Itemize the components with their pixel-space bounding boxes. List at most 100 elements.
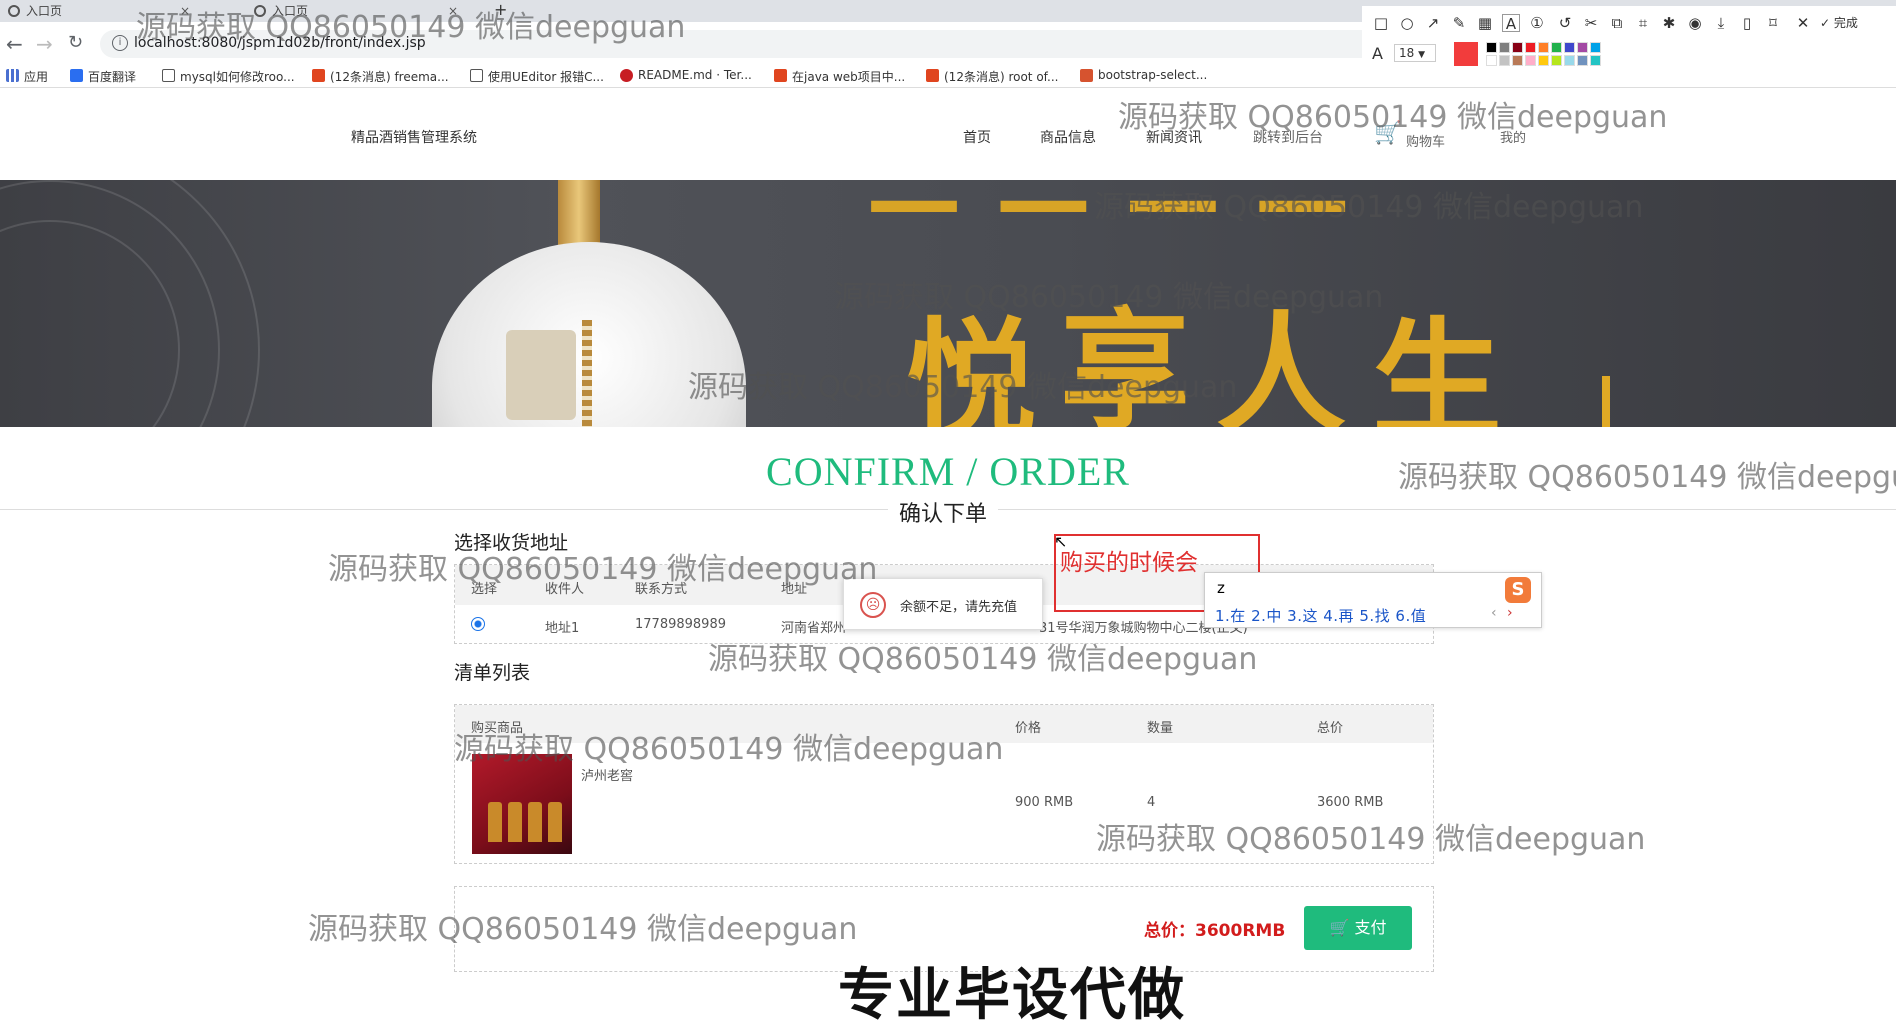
bookmark-icon[interactable]: ⌑ [1764, 14, 1782, 32]
pin-icon[interactable]: ✱ [1660, 14, 1678, 32]
record-icon[interactable]: ◉ [1686, 14, 1704, 32]
bookmark-site-icon [1080, 69, 1093, 82]
pay-label: 支付 [1354, 918, 1387, 937]
watermark-text: 源码获取 QQ86050149 微信deepguan [708, 642, 1258, 677]
ime-prev-icon[interactable]: ‹ [1491, 605, 1497, 621]
ime-next-icon[interactable]: › [1507, 605, 1513, 621]
bottle-shape [488, 802, 502, 842]
bookmark-item[interactable]: 百度翻译 [70, 68, 136, 85]
site-logo-text[interactable]: 精品酒销售管理系统 [351, 127, 477, 147]
product-price: 900 RMB [1015, 795, 1074, 810]
color-swatch[interactable] [1590, 55, 1601, 66]
column-header: 价格 [1015, 721, 1042, 736]
pen-tool-icon[interactable]: ✎ [1450, 14, 1468, 32]
ellipse-tool-icon[interactable]: ○ [1398, 14, 1416, 32]
baidu-translate-icon [70, 69, 83, 82]
bookmark-label: bootstrap-select... [1098, 68, 1208, 82]
color-swatch[interactable] [1590, 42, 1601, 53]
color-swatch[interactable] [1538, 55, 1549, 66]
watermark-text: 源码获取 QQ86050149 微信deepguan [834, 280, 1384, 315]
forward-icon[interactable]: → [36, 32, 53, 56]
info-icon[interactable]: i [112, 35, 128, 51]
bookmark-label: mysql如何修改roo... [180, 70, 295, 84]
product-quantity: 4 [1147, 795, 1156, 810]
rectangle-tool-icon[interactable]: □ [1372, 14, 1390, 32]
banner-char: 生 [1372, 304, 1503, 427]
watermark-text: 源码获取 QQ86050149 微信deepguan [1096, 822, 1646, 857]
color-swatch[interactable] [1512, 42, 1523, 53]
bookmark-item[interactable]: README.md · Ter... [620, 68, 752, 82]
bottle-neck [558, 180, 600, 250]
watermark-text: 源码获取 QQ86050149 微信deepguan [1118, 100, 1668, 135]
color-swatch[interactable] [1577, 55, 1588, 66]
undo-icon[interactable]: ↺ [1556, 14, 1574, 32]
font-size-select[interactable]: 18 ▼ [1394, 44, 1436, 62]
csdn-icon [926, 69, 939, 82]
list-section-title: 清单列表 [454, 662, 531, 684]
ime-input: z [1217, 579, 1225, 597]
bookmark-item[interactable]: (12条消息) freema... [312, 68, 449, 85]
watermark-text: 源码获取 QQ86050149 微信deepguan [1094, 190, 1644, 225]
annotation-text[interactable]: 购买的时候会 [1060, 543, 1198, 577]
color-swatch[interactable] [1499, 42, 1510, 53]
close-icon[interactable]: ✕ [1794, 14, 1812, 32]
recipient-phone: 17789898989 [635, 617, 726, 632]
phone-icon[interactable]: ▯ [1738, 14, 1756, 32]
watermark-text: 源码获取 QQ86050149 微信deepgu [1398, 460, 1896, 495]
bottle-shape [508, 802, 522, 842]
product-image[interactable] [472, 754, 572, 854]
arrow-tool-icon[interactable]: ↗ [1424, 14, 1442, 32]
color-swatch[interactable] [1538, 42, 1549, 53]
bottle-shape [528, 802, 542, 842]
done-button[interactable]: ✓ 完成 [1820, 14, 1858, 31]
mosaic-tool-icon[interactable]: ▦ [1476, 14, 1494, 32]
bookmark-item[interactable]: mysql如何修改roo... [162, 68, 295, 85]
active-color-swatch[interactable] [1454, 42, 1478, 66]
color-swatch[interactable] [1551, 42, 1562, 53]
nav-home[interactable]: 首页 [963, 127, 991, 147]
screenshot-toolbar: □ ○ ↗ ✎ ▦ A ① ↺ ✂ ⧉ ⌗ ✱ ◉ ⤓ ▯ ⌑ ✕ ✓ 完成 A… [1362, 6, 1896, 76]
back-icon[interactable]: ← [6, 32, 23, 56]
color-swatch[interactable] [1577, 42, 1588, 53]
color-swatch[interactable] [1499, 55, 1510, 66]
address-radio[interactable] [471, 617, 485, 631]
color-swatch[interactable] [1525, 55, 1536, 66]
color-swatch[interactable] [1564, 42, 1575, 53]
text-tool-icon[interactable]: A [1502, 14, 1520, 33]
ocr-icon[interactable]: ⌗ [1634, 14, 1652, 32]
gold-mark [1602, 376, 1610, 427]
bookmark-label: 应用 [24, 70, 49, 84]
color-swatch[interactable] [1486, 42, 1497, 53]
cart-icon: 🛒 [1329, 918, 1350, 937]
font-size-icon: A [1372, 44, 1383, 63]
apps-grid-icon [6, 69, 19, 82]
bookmark-label: 在java web项目中... [792, 70, 906, 84]
bookmark-label: (12条消息) freema... [330, 70, 449, 84]
color-swatch[interactable] [1551, 55, 1562, 66]
column-header: 总价 [1317, 721, 1344, 736]
csdn-icon [312, 69, 325, 82]
reload-icon[interactable]: ↻ [68, 32, 83, 53]
download-icon[interactable]: ⤓ [1712, 14, 1730, 32]
pay-button[interactable]: 🛒 支付 [1304, 906, 1412, 950]
bookmark-item[interactable]: 使用UEditor 报错C... [470, 68, 604, 85]
ime-candidates[interactable]: 1.在 2.中 3.这 4.再 5.找 6.值 [1215, 605, 1426, 626]
translate-icon[interactable]: ⧉ [1608, 14, 1626, 32]
bookmark-label: 使用UEditor 报错C... [488, 70, 604, 84]
color-swatch[interactable] [1486, 55, 1497, 66]
mouse-cursor-icon: ↖ [1054, 532, 1068, 551]
nav-products[interactable]: 商品信息 [1040, 127, 1096, 147]
video-caption: 专业毕设代做 [837, 962, 1186, 1029]
recipient-name: 地址1 [545, 621, 580, 636]
bookmark-item[interactable]: bootstrap-select... [1080, 68, 1207, 82]
bookmark-item[interactable]: 在java web项目中... [774, 68, 905, 85]
bottle-beads [582, 320, 592, 427]
bookmark-apps[interactable]: 应用 [6, 68, 48, 85]
done-label: 完成 [1833, 16, 1858, 30]
color-swatch[interactable] [1512, 55, 1523, 66]
number-tool-icon[interactable]: ① [1528, 14, 1546, 32]
color-swatch[interactable] [1564, 55, 1575, 66]
color-swatch[interactable] [1525, 42, 1536, 53]
bookmark-item[interactable]: (12条消息) root of... [926, 68, 1058, 85]
scissors-icon[interactable]: ✂ [1582, 14, 1600, 32]
